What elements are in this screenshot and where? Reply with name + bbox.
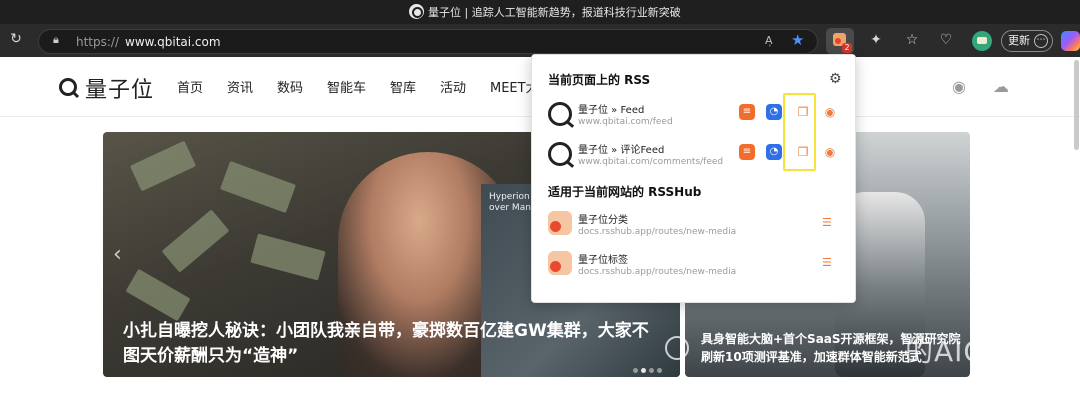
rsshub-icon [548,211,572,235]
update-button[interactable]: 更新 ⋯ [1001,30,1053,52]
url-host: www.qbitai.com [125,35,221,49]
settings-gear-icon[interactable]: ⚙ [829,71,842,87]
rss-count-badge: 2 [842,43,852,53]
dollar-bill-image [219,160,297,214]
window-title: 量子位 | 追踪人工智能新趋势，报道科技行业新突破 [428,6,681,19]
carousel-dot[interactable] [649,368,654,373]
update-label: 更新 [1008,34,1030,47]
subscribe-inoreader-icon[interactable]: ≡ [739,104,755,120]
subscribe-inoreader-icon[interactable]: ≡ [739,144,755,160]
nav-item-smart-car[interactable]: 智能车 [327,77,366,96]
rsshub-row[interactable]: 量子位分类 docs.rsshub.app/routes/new-media ☰ [548,208,848,242]
dollar-bill-image [161,209,230,273]
watermark-text: 的AIGC [905,335,1007,368]
carousel-dot-active[interactable] [641,368,646,373]
address-bar[interactable]: 🔒︎ https:// www.qbitai.com Aͅ ★ [38,29,818,54]
weibo-icon[interactable]: ◉ [952,77,976,97]
favorites-icon[interactable]: ☆ [902,31,922,51]
rsshub-name: 量子位分类 [578,215,628,226]
nav-item-news[interactable]: 资讯 [227,77,253,96]
browser-essentials-heart-icon[interactable]: ♡ [936,31,956,51]
watermark-logo-icon [665,336,689,360]
subscribe-feedly-icon[interactable]: ◔ [766,104,782,120]
rsshub-icon [548,251,572,275]
qbitai-feed-avatar-icon [548,102,572,126]
wechat-icon[interactable]: ☁ [993,77,1017,97]
dollar-bill-image [129,140,197,192]
qbitai-feed-avatar-icon [548,142,572,166]
page-scrollbar[interactable] [1074,60,1079,150]
window-titlebar: 量子位 | 追踪人工智能新趋势，报道科技行业新突破 [0,0,1080,24]
map-caption: Hyperion over Manh [489,192,537,213]
rsshub-doc-search-icon[interactable]: ☰ [822,216,832,229]
subscribe-feedly-icon[interactable]: ◔ [766,144,782,160]
dollar-bill-image [250,233,326,281]
hero-main-headline[interactable]: 小扎自曝挖人秘诀：小团队我亲自带，豪掷数百亿建GW集群，大家不图天价薪酬只为“造… [123,319,663,369]
more-options-icon[interactable]: ⋯ [1034,34,1048,48]
site-logo-text[interactable]: 量子位 [85,72,154,104]
dollar-bill-image [125,268,191,322]
preview-eye-icon[interactable]: ◉ [822,144,838,160]
browser-toolbar: ↻ 🔒︎ https:// www.qbitai.com Aͅ ★ 2 ✦ ☆ … [0,24,1080,57]
favorite-star-icon[interactable]: ★ [791,31,804,49]
feed-name: 量子位 » Feed [578,105,645,116]
refresh-icon[interactable]: ↻ [6,30,26,50]
carousel-dot[interactable] [657,368,662,373]
feed-url: www.qbitai.com/feed [578,117,673,127]
current-page-rss-title: 当前页面上的 RSS [548,73,651,87]
url-protocol: https:// [76,35,120,49]
rsshub-url: docs.rsshub.app/routes/new-media [578,267,737,277]
feed-url: www.qbitai.com/comments/feed [578,157,724,167]
rsshub-url: docs.rsshub.app/routes/new-media [578,227,737,237]
copilot-icon[interactable] [1061,31,1080,51]
rsshub-name: 量子位标签 [578,255,628,266]
extensions-puzzle-icon[interactable]: ✦ [866,31,886,51]
carousel-dot[interactable] [633,368,638,373]
rsshub-radar-extension-button[interactable]: 2 [826,28,854,54]
rss-popup: 当前页面上的 RSS ⚙ 量子位 » Feed www.qbitai.com/f… [531,54,856,303]
nav-item-events[interactable]: 活动 [440,77,466,96]
preview-eye-icon[interactable]: ◉ [822,104,838,120]
rsshub-section-title: 适用于当前网站的 RSSHub [548,185,702,199]
copy-buttons-highlight-box [783,93,816,171]
profile-avatar[interactable] [972,31,992,51]
qbitai-logo-icon[interactable] [58,77,80,99]
lock-icon[interactable]: 🔒︎ [53,33,59,47]
rsshub-row[interactable]: 量子位标签 docs.rsshub.app/routes/new-media ☰ [548,248,848,282]
carousel-dots [633,358,665,377]
site-favicon [409,4,424,19]
carousel-prev-icon[interactable]: ‹ [113,242,122,267]
nav-item-home[interactable]: 首页 [177,77,203,96]
nav-item-think-tank[interactable]: 智库 [390,77,416,96]
read-aloud-icon[interactable]: Aͅ [765,34,773,47]
nav-item-digital[interactable]: 数码 [277,77,303,96]
feed-name: 量子位 » 评论Feed [578,145,665,156]
rsshub-doc-search-icon[interactable]: ☰ [822,256,832,269]
